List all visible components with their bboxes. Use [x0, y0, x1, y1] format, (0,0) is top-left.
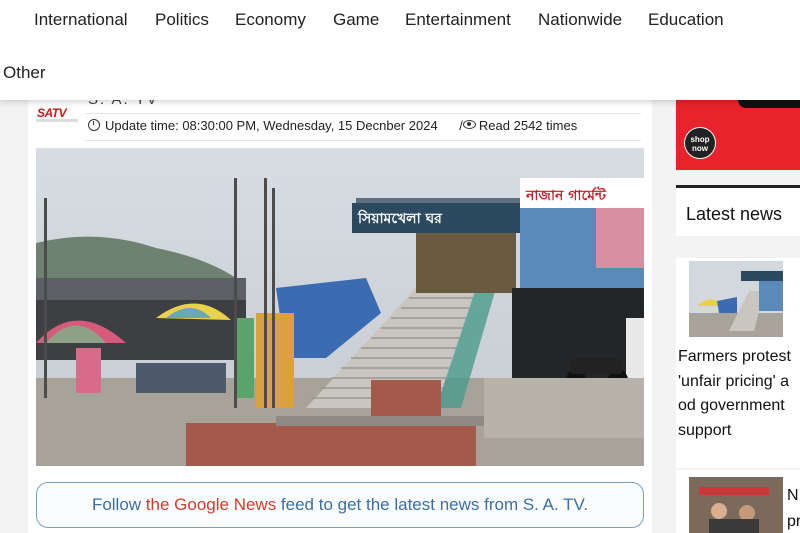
- follow-text-1: Follow: [91, 495, 146, 514]
- nav-item-entertainment[interactable]: Entertainment: [405, 10, 511, 30]
- sidebar-advertisement[interactable]: shop now: [676, 100, 800, 170]
- nav-row: International Politics Economy Game Ente…: [0, 0, 800, 40]
- latest-news-header: Latest news: [676, 188, 800, 236]
- shop-sign-right: নাজান গার্মেন্ট: [525, 186, 607, 204]
- news-thumbnail-image: [689, 477, 783, 533]
- nav-item-other[interactable]: Other: [3, 63, 46, 83]
- headline-line: Farmers protest: [678, 348, 791, 365]
- article-card: SATV S. A. TV Update time: 08:30:00 PM, …: [28, 91, 652, 533]
- latest-news-item[interactable]: Farmers protest 'unfair pricing' a od go…: [676, 258, 800, 468]
- headline-line: 'unfair pricing' a: [678, 372, 790, 390]
- headline-line: od government: [678, 397, 785, 414]
- nav-item-international[interactable]: International: [34, 10, 128, 30]
- follow-text-2: feed to get the latest news from S. A. T…: [276, 495, 589, 514]
- divider: [85, 113, 641, 114]
- read-count: Read 2542 times: [478, 118, 578, 133]
- news-headline[interactable]: N pr: [787, 483, 800, 533]
- headline-line: pr: [787, 513, 800, 530]
- nav-item-politics[interactable]: Politics: [155, 10, 209, 30]
- eye-icon: [462, 120, 476, 129]
- nav-item-game[interactable]: Game: [333, 10, 379, 30]
- logo-wordmark: SATV: [37, 106, 67, 120]
- shop-now-button[interactable]: shop now: [684, 127, 716, 159]
- nav-item-nationwide[interactable]: Nationwide: [538, 10, 622, 30]
- market-stairs-photo: সিয়ামখেলা ঘর নাজান গার্মেন্ট: [36, 148, 644, 466]
- headline-line: N: [787, 487, 799, 504]
- shop-sign-left: সিয়ামখেলা ঘর: [357, 209, 443, 227]
- follow-text-google: the Google News: [145, 495, 277, 514]
- latest-news-item[interactable]: N pr: [676, 470, 800, 533]
- update-time: Update time: 08:30:00 PM, Wednesday, 15 …: [105, 118, 438, 133]
- channel-logo: SATV: [36, 106, 80, 138]
- google-news-follow-button[interactable]: Follow the Google News feed to get the l…: [36, 482, 644, 528]
- clock-icon: [88, 119, 100, 131]
- top-navigation: International Politics Economy Game Ente…: [0, 0, 800, 100]
- nav-item-economy[interactable]: Economy: [235, 10, 306, 30]
- article-meta: Update time: 08:30:00 PM, Wednesday, 15 …: [88, 118, 577, 133]
- nav-item-education[interactable]: Education: [648, 10, 724, 30]
- news-thumbnail[interactable]: [689, 261, 783, 337]
- logo-underline: [36, 119, 78, 122]
- divider: [85, 140, 641, 141]
- headline-line: support: [678, 421, 732, 439]
- news-thumbnail[interactable]: [689, 477, 783, 533]
- news-headline[interactable]: Farmers protest 'unfair pricing' a od go…: [678, 345, 800, 443]
- news-thumbnail-image: [689, 261, 783, 337]
- article-photo: সিয়ামখেলা ঘর নাজান গার্মেন্ট: [36, 148, 644, 466]
- latest-news-title: Latest news: [686, 204, 783, 224]
- ad-top-bar: [738, 100, 800, 108]
